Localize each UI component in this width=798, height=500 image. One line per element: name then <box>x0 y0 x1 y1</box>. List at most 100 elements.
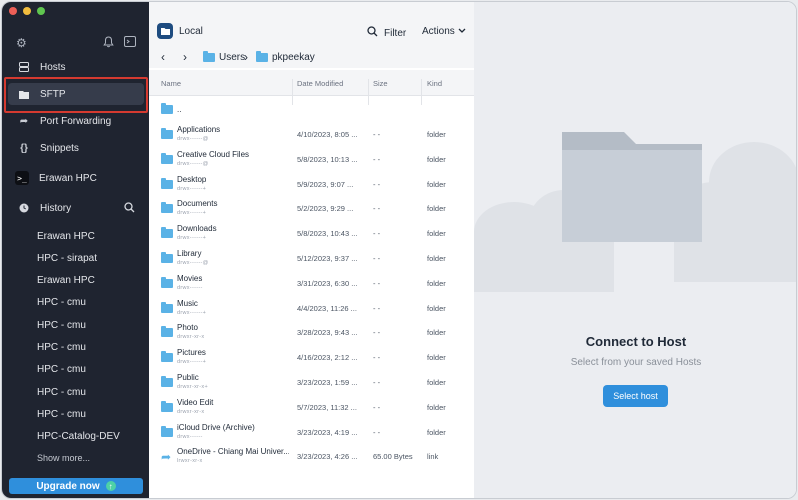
maximize-window-button[interactable] <box>37 7 45 15</box>
column-headers: Name Date Modified Size Kind <box>149 70 474 105</box>
history-item[interactable]: HPC - cmu <box>37 320 86 331</box>
show-more-link[interactable]: Show more... <box>37 453 90 463</box>
sidebar-item-label: Port Forwarding <box>40 115 112 127</box>
pane-title: Local <box>179 26 203 37</box>
history-item[interactable]: HPC-Catalog-DEV <box>37 431 120 442</box>
parent-directory-row[interactable]: .. <box>149 97 474 122</box>
forward-arrow-icon[interactable]: › <box>183 50 187 64</box>
history-item[interactable]: HPC - sirapat <box>37 253 97 264</box>
file-permissions: drwx------+ <box>177 309 207 316</box>
file-permissions: lrwxr-xr-x <box>177 458 203 465</box>
file-name: Library <box>177 249 202 258</box>
file-date: 3/23/2023, 4:19 ... <box>297 427 358 437</box>
file-name: Pictures <box>177 348 206 358</box>
sidebar-item-label: Hosts <box>40 61 66 73</box>
file-date: 5/7/2023, 11:32 ... <box>297 402 357 412</box>
history-label: History <box>40 202 72 214</box>
breadcrumb-pkpeekay[interactable]: pkpeekay <box>256 51 315 63</box>
file-permissions: drwxr-xr-x <box>177 408 205 415</box>
sidebar-item-label: Snippets <box>40 142 79 154</box>
file-row[interactable]: Library drwx------@ 5/12/2023, 9:37 ... - -… <box>149 246 474 271</box>
file-name: Documents <box>177 199 218 209</box>
column-header-name[interactable]: Name <box>161 79 181 88</box>
file-row[interactable]: Music drwx------+ 4/4/2023, 11:26 ... - - fo… <box>149 296 474 321</box>
close-window-button[interactable] <box>9 7 17 15</box>
folder-icon <box>161 301 173 313</box>
sidebar-item-label: Erawan HPC <box>39 172 97 184</box>
history-item[interactable]: HPC - cmu <box>37 342 86 353</box>
port-forwarding-icon: ➦ <box>19 115 29 127</box>
history-item[interactable]: HPC - cmu <box>37 387 86 398</box>
file-row[interactable]: Downloads drwx------+ 5/8/2023, 10:43 ... -… <box>149 221 474 246</box>
path-bar: ‹ › Users › pkpeekay <box>149 50 474 68</box>
file-kind: folder <box>427 254 446 263</box>
history-item[interactable]: Erawan HPC <box>37 275 95 286</box>
bell-icon[interactable] <box>103 36 114 51</box>
window-controls <box>9 7 45 15</box>
back-arrow-icon[interactable]: ‹ <box>161 50 165 64</box>
file-row[interactable]: ➦ OneDrive - Chiang Mai Univer... lrwxr-xr… <box>149 444 474 469</box>
file-row[interactable]: Pictures drwx------+ 4/16/2023, 2:12 ... - … <box>149 345 474 370</box>
file-row[interactable]: iCloud Drive (Archive) drwx------ 3/23/202… <box>149 420 474 445</box>
file-size: - - <box>373 303 381 313</box>
upgrade-button[interactable]: Upgrade now ↑ <box>9 478 143 494</box>
file-kind: folder <box>427 328 446 338</box>
file-date: 5/2/2023, 9:29 ... <box>297 204 354 214</box>
file-kind: folder <box>427 204 446 214</box>
folder-icon <box>161 425 173 437</box>
file-name: Video Edit <box>177 397 214 407</box>
select-host-button[interactable]: Select host <box>603 385 668 407</box>
file-name: Creative Cloud Files <box>177 149 250 159</box>
column-header-kind[interactable]: Kind <box>427 79 442 88</box>
file-row[interactable]: Applications drwx------@ 4/10/2023, 8:05 .… <box>149 122 474 147</box>
file-size: - - <box>373 130 381 139</box>
file-size: - - <box>373 378 381 387</box>
history-item[interactable]: HPC - cmu <box>37 409 86 420</box>
filter-button[interactable]: Filter <box>367 26 406 40</box>
file-size: - - <box>373 204 381 214</box>
file-row[interactable]: Documents drwx------+ 5/2/2023, 9:29 ... - … <box>149 196 474 221</box>
history-item[interactable]: HPC - cmu <box>37 297 86 308</box>
file-row[interactable]: Public drwxr-xr-x+ 3/23/2023, 1:59 ... - - f… <box>149 370 474 395</box>
file-row[interactable]: Photo drwxr-xr-x 3/28/2023, 9:43 ... - - fol… <box>149 320 474 345</box>
sidebar-item-erawan-hpc[interactable]: >_ Erawan HPC <box>8 167 144 189</box>
folder-icon <box>161 103 173 114</box>
terminal-window-icon[interactable] <box>124 36 136 50</box>
connect-subtitle: Select from your saved Hosts <box>570 357 702 368</box>
file-name: Movies <box>177 273 203 283</box>
history-search-icon[interactable] <box>124 202 135 216</box>
file-permissions: drwx------+ <box>177 185 207 192</box>
folder-icon <box>161 152 173 164</box>
file-row[interactable]: Movies drwx------ 3/31/2023, 6:30 ... - - fo… <box>149 271 474 296</box>
file-date: 5/8/2023, 10:43 ... <box>297 229 358 239</box>
file-row[interactable]: Desktop drwx------+ 5/9/2023, 9:07 ... - - f… <box>149 172 474 197</box>
folder-icon <box>161 326 173 338</box>
file-permissions: drwxr-xr-x+ <box>177 384 208 390</box>
actions-menu-button[interactable]: Actions <box>422 26 466 37</box>
sidebar-top-icons: ⚙ <box>2 36 149 52</box>
file-row[interactable]: Creative Cloud Files drwx------@ 5/8/2023,… <box>149 147 474 172</box>
connect-host-panel: Connect to Host Select from your saved H… <box>474 2 796 498</box>
minimize-window-button[interactable] <box>23 7 31 15</box>
settings-icon[interactable]: ⚙ <box>16 36 27 50</box>
file-size: 65.00 Bytes <box>373 452 413 462</box>
folder-icon <box>161 276 173 288</box>
search-icon <box>367 26 378 40</box>
sidebar-item-snippets[interactable]: {} Snippets <box>8 137 144 159</box>
folder-icon <box>203 51 215 62</box>
file-kind: folder <box>427 427 446 437</box>
history-item[interactable]: HPC - cmu <box>37 364 86 375</box>
history-item[interactable]: Erawan HPC <box>37 231 95 242</box>
column-header-date[interactable]: Date Modified <box>297 79 343 88</box>
sidebar-item-hosts[interactable]: Hosts <box>8 56 144 78</box>
file-name: Music <box>177 298 198 308</box>
folder-icon <box>161 227 173 239</box>
breadcrumb-users[interactable]: Users <box>203 51 245 63</box>
sidebar-item-label: SFTP <box>40 88 66 100</box>
sidebar-item-port-forwarding[interactable]: ➦ Port Forwarding <box>8 110 144 132</box>
column-header-size[interactable]: Size <box>373 79 388 88</box>
folder-icon <box>256 51 268 62</box>
app-window: ⚙ Hosts SFTP ➦ Port Forwarding {} Snippe… <box>1 1 797 499</box>
file-row[interactable]: Video Edit drwxr-xr-x 5/7/2023, 11:32 ... -… <box>149 395 474 420</box>
sidebar-item-sftp[interactable]: SFTP <box>8 83 144 105</box>
